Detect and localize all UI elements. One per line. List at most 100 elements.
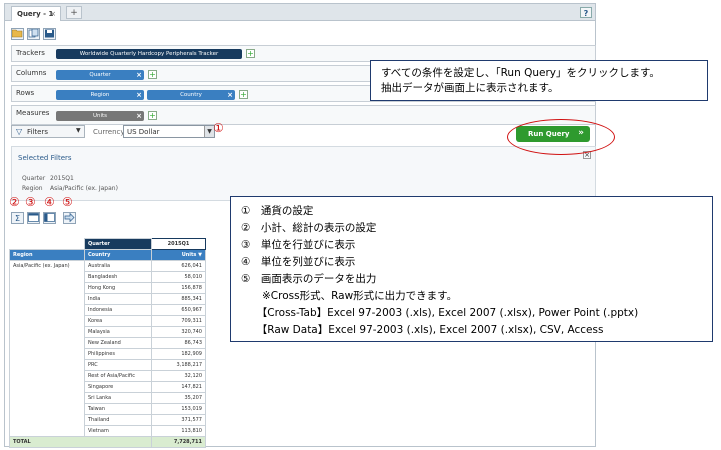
country-cell: Hong Kong [84, 282, 152, 294]
annotation-marker-3: ③ [25, 195, 36, 209]
table-row: Hong Kong 156,878 [9, 282, 206, 294]
callout-run-query: すべての条件を設定し、「Run Query」をクリックします。 抽出データが画面… [370, 60, 708, 101]
save-icon[interactable] [43, 28, 56, 40]
close-icon[interactable]: × [136, 70, 142, 80]
measures-label: Measures [16, 109, 50, 117]
units-cell: 32,120 [151, 370, 206, 382]
country-header: Country [84, 249, 152, 261]
sigma-icon[interactable]: Σ [11, 212, 24, 224]
trackers-label: Trackers [16, 49, 45, 57]
units-cell: 153,019 [151, 403, 206, 415]
country-pill[interactable]: Country × [147, 90, 235, 100]
country-cell: Singapore [84, 381, 152, 393]
total-row: TOTAL 7,728,711 [9, 436, 206, 448]
callout-legend: ① 通貨の設定 ② 小計、総計の表示の設定 ③ 単位を行並びに表示 ④ 単位を列並びに… [230, 196, 713, 342]
country-cell: Australia [84, 260, 152, 272]
table-row: New Zealand 86,743 [9, 337, 206, 349]
quarter-pill-label: Quarter [89, 72, 111, 78]
country-cell: Rest of Asia/Pacific [84, 370, 152, 382]
currency-select[interactable]: US Dollar ▼ [123, 125, 215, 138]
units-cell: 156,878 [151, 282, 206, 294]
annotation-marker-1: ① [213, 121, 224, 135]
currency-value: US Dollar [127, 128, 160, 136]
country-pill-label: Country [180, 92, 202, 98]
units-pill[interactable]: Units × [56, 111, 144, 121]
region-cell [9, 392, 85, 404]
country-cell: Malaysia [84, 326, 152, 338]
filters-button-label: Filters [27, 128, 48, 136]
region-cell: Asia/Pacific (ex. Japan) [9, 260, 85, 272]
region-header: Region [9, 249, 85, 261]
total-label: TOTAL [9, 436, 152, 448]
units-cell: 147,821 [151, 381, 206, 393]
country-cell: Sri Lanka [84, 392, 152, 404]
region-cell [9, 337, 85, 349]
annotation-marker-5: ⑤ [62, 195, 73, 209]
units-pill-label: Units [92, 113, 108, 119]
region-cell [9, 348, 85, 360]
region-cell [9, 271, 85, 283]
close-icon[interactable]: × [227, 90, 233, 100]
add-column-button[interactable]: + [148, 70, 157, 79]
columns-layout-icon[interactable] [43, 212, 56, 224]
help-button[interactable]: ? [580, 7, 592, 18]
country-cell: Korea [84, 315, 152, 327]
region-cell [9, 403, 85, 415]
quarter-col-value: 2015Q1 [151, 238, 206, 250]
table-row: Philippines 182,909 [9, 348, 206, 360]
table-row: Rest of Asia/Pacific 32,120 [9, 370, 206, 382]
chevron-down-icon: ▼ [76, 127, 81, 134]
units-cell: 113,810 [151, 425, 206, 437]
filters-button[interactable]: ▽ Filters ▼ [11, 125, 85, 138]
units-header[interactable]: Units ▼ [151, 249, 206, 261]
callout-list-item: ③ 単位を行並びに表示 [241, 239, 356, 251]
callout-line: 抽出データが画面上に表示されます。 [381, 82, 559, 94]
table-row: Asia/Pacific (ex. Japan) Australia 626,041 [9, 260, 206, 272]
region-cell [9, 414, 85, 426]
selected-filters-panel: Selected Filters × Quarter 2015Q1 Region… [11, 146, 596, 201]
export-icon[interactable] [63, 212, 76, 224]
folder-open-icon[interactable] [11, 28, 24, 40]
sort-down-icon: ▼ [198, 252, 202, 258]
filter-icon: ▽ [16, 127, 23, 136]
currency-label: Currency [93, 128, 125, 136]
region-cell [9, 381, 85, 393]
close-icon[interactable]: × [136, 111, 142, 121]
region-cell [9, 425, 85, 437]
filter-value: Asia/Pacific (ex. Japan) [50, 185, 118, 192]
annotation-marker-4: ④ [44, 195, 55, 209]
callout-list-item: 【Cross-Tab】Excel 97-2003 (.xls), Excel 2… [241, 307, 639, 319]
measures-row: Measures Units × + [11, 105, 596, 125]
units-cell: 650,967 [151, 304, 206, 316]
add-measure-button[interactable]: + [148, 111, 157, 120]
new-tab-button[interactable]: + [66, 6, 82, 19]
tab-label: Query - 1 [17, 10, 54, 18]
total-value: 7,728,711 [151, 436, 206, 448]
copy-icon[interactable] [27, 28, 40, 40]
filter-key: Region [22, 185, 43, 192]
region-pill-label: Region [90, 92, 110, 98]
tab-query-1[interactable]: Query - 1 × [11, 6, 61, 21]
rows-layout-icon[interactable] [27, 212, 40, 224]
add-row-button[interactable]: + [239, 90, 248, 99]
units-cell: 3,188,217 [151, 359, 206, 371]
region-pill[interactable]: Region × [56, 90, 144, 100]
quarter-pill[interactable]: Quarter × [56, 70, 144, 80]
country-cell: Taiwan [84, 403, 152, 415]
add-tracker-button[interactable]: + [246, 49, 255, 58]
country-cell: Bangladesh [84, 271, 152, 283]
table-row: Taiwan 153,019 [9, 403, 206, 415]
units-cell: 626,041 [151, 260, 206, 272]
tracker-pill[interactable]: Worldwide Quarterly Hardcopy Peripherals… [56, 49, 242, 59]
close-icon[interactable]: × [50, 7, 56, 21]
callout-list-item: ※Cross形式、Raw形式に出力できます。 [241, 290, 458, 302]
units-header-label: Units [181, 252, 197, 258]
country-cell: Thailand [84, 414, 152, 426]
close-icon[interactable]: × [136, 90, 142, 100]
region-cell [9, 315, 85, 327]
selected-filters-title: Selected Filters [18, 154, 72, 162]
callout-list-item: ④ 単位を列並びに表示 [241, 256, 356, 268]
country-cell: Indonesia [84, 304, 152, 316]
table-row: Thailand 371,577 [9, 414, 206, 426]
region-cell [9, 359, 85, 371]
